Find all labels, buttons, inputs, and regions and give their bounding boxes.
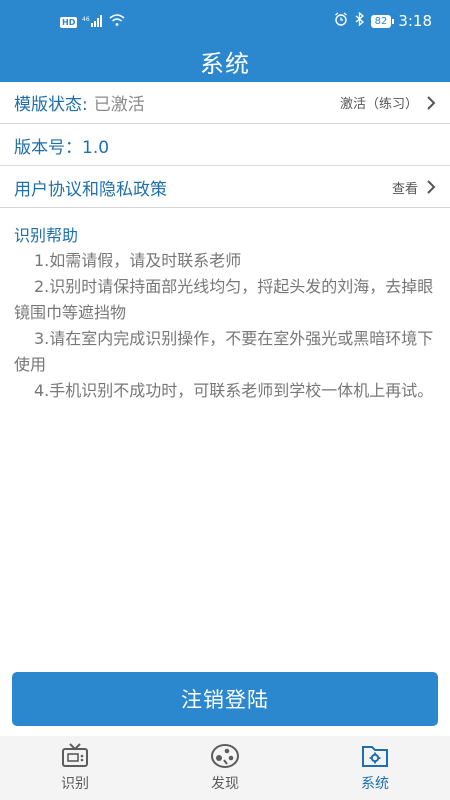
help-item: 2.识别时请保持面部光线均匀，捋起头发的刘海，去掉眼镜围巾等遮挡物 [14,277,434,322]
activate-practice-label: 激活（练习） [339,97,418,112]
battery-icon: 82 [370,14,395,28]
tab-system[interactable]: 系统 [300,736,450,800]
user-agreement-label: 用户协议和隐私政策 [14,179,167,200]
chevron-right-icon [427,180,436,194]
tab-discover[interactable]: 发现 [150,736,300,800]
status-right: 82 3:18 [334,11,432,30]
tab-recognize-label: 识别 [61,776,89,792]
app-header: HD 46 82 3:18 系统 [0,0,450,82]
signal-strength-icon: 46 [82,14,104,30]
help-item: 3.请在室内完成识别操作，不要在室外强光或黑暗环境下使用 [14,329,434,374]
view-agreement-link[interactable]: 查看 [392,178,438,197]
folder-gear-icon [362,746,388,767]
page-title: 系统 [200,50,250,78]
bluetooth-icon [355,11,364,30]
status-bar: HD 46 82 3:18 [0,0,450,44]
status-left: HD 46 [60,14,125,30]
template-status-row[interactable]: 模版状态: 已激活 激活（练习） [0,82,450,124]
user-agreement-row[interactable]: 用户协议和隐私政策 查看 [0,167,450,208]
help-item: 4.手机识别不成功时，可联系老师到学校一体机上再试。 [34,381,434,400]
alarm-icon [334,12,348,30]
help-title: 识别帮助 [14,226,79,245]
template-status-value: 已激活 [93,95,145,115]
wifi-icon [109,14,125,30]
tab-recognize[interactable]: 识别 [0,736,150,800]
logout-button[interactable]: 注销登陆 [12,672,438,726]
tab-discover-label: 发现 [211,776,239,792]
network-type-label: 46 [82,16,90,23]
tab-system-label: 系统 [361,776,389,792]
template-status-label: 模版状态: [14,95,88,115]
activate-practice-link[interactable]: 激活（练习） [340,93,438,112]
help-item: 1.如需请假，请及时联系老师 [34,251,242,270]
version-label: 版本号：1.0 [14,137,110,158]
version-row: 版本号：1.0 [0,125,450,166]
hd-icon: HD [60,16,78,28]
discover-icon [211,744,239,768]
tv-icon [62,743,88,767]
clock: 3:18 [398,12,432,30]
view-agreement-label: 查看 [391,181,418,197]
chevron-right-icon [427,95,436,110]
bottom-tab-bar: 识别 发现 系统 [0,736,450,800]
